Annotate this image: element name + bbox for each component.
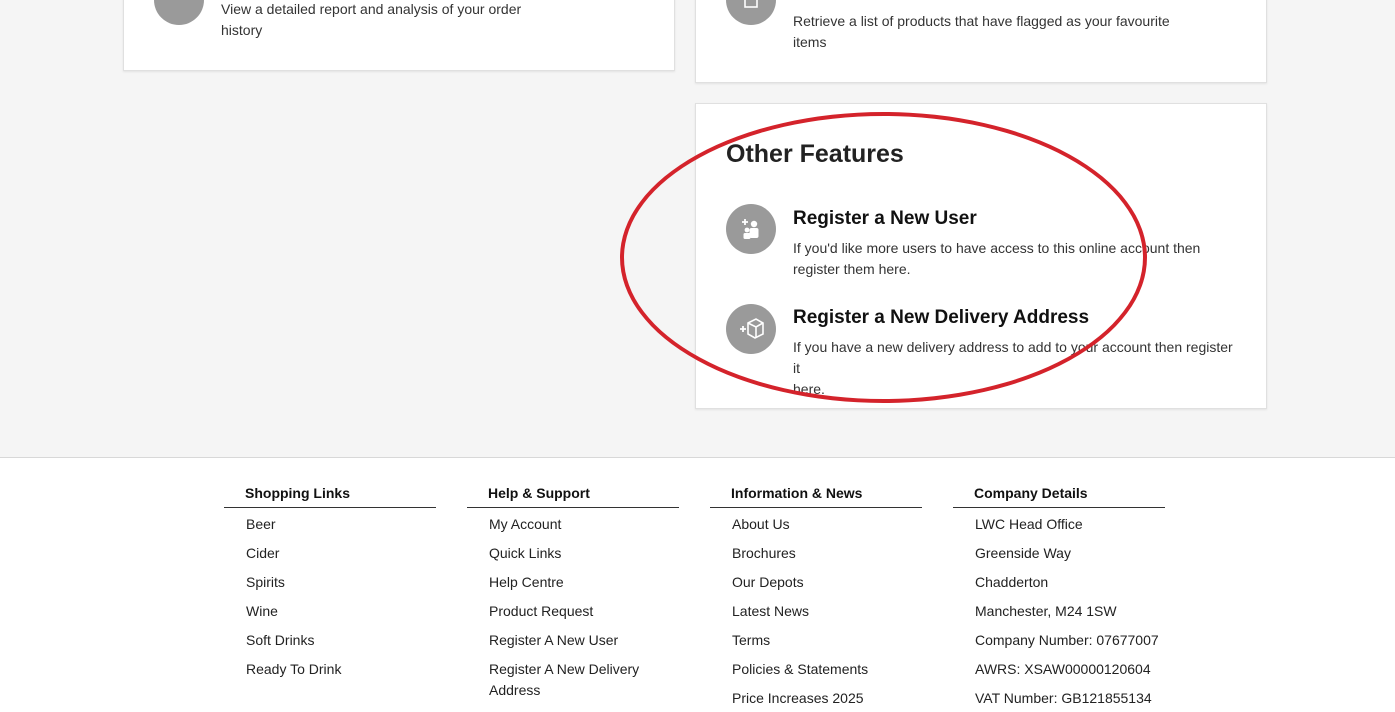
add-package-icon <box>726 304 776 354</box>
favourites-card: Retrieve a list of products that have fl… <box>695 0 1267 83</box>
other-features-card: Other Features Register a New User If yo… <box>695 103 1267 409</box>
footer-link[interactable]: Spirits <box>246 572 436 593</box>
order-report-icon <box>154 0 204 25</box>
footer-link[interactable]: Latest News <box>732 601 922 622</box>
company-detail: VAT Number: GB121855134 <box>975 690 1152 706</box>
footer-heading: Information & News <box>710 484 922 508</box>
footer-link[interactable]: Cider <box>246 543 436 564</box>
footer-link[interactable]: Help Centre <box>489 572 679 593</box>
favourites-icon <box>726 0 776 25</box>
register-address-feature[interactable]: Register a New Delivery Address If you h… <box>696 304 1266 397</box>
footer-link[interactable]: Product Request <box>489 601 679 622</box>
add-user-icon <box>726 204 776 254</box>
register-user-feature[interactable]: Register a New User If you'd like more u… <box>696 204 1266 284</box>
footer-link[interactable]: Ready To Drink <box>246 659 436 680</box>
footer-link[interactable]: Policies & Statements <box>732 659 922 680</box>
footer-link[interactable]: About Us <box>732 514 922 535</box>
favourites-description: Retrieve a list of products that have fl… <box>793 13 1170 50</box>
footer-column-shopping: Shopping Links Beer Cider Spirits Wine S… <box>224 484 436 688</box>
register-user-description: If you'd like more users to have access … <box>793 240 1201 277</box>
company-detail: Greenside Way <box>975 545 1071 561</box>
site-footer: Shopping Links Beer Cider Spirits Wine S… <box>0 457 1395 712</box>
footer-link[interactable]: Register A New User <box>489 630 679 651</box>
footer-link[interactable]: Brochures <box>732 543 922 564</box>
company-detail: LWC Head Office <box>975 516 1083 532</box>
company-detail: AWRS: XSAW00000120604 <box>975 661 1151 677</box>
company-detail: Company Number: 07677007 <box>975 632 1159 648</box>
footer-heading: Shopping Links <box>224 484 436 508</box>
footer-link[interactable]: Wine <box>246 601 436 622</box>
footer-link[interactable]: Our Depots <box>732 572 922 593</box>
footer-link[interactable]: Soft Drinks <box>246 630 436 651</box>
footer-link[interactable]: My Account <box>489 514 679 535</box>
other-features-title: Other Features <box>726 140 904 168</box>
order-history-card: View a detailed report and analysis of y… <box>123 0 675 71</box>
company-detail: Manchester, M24 1SW <box>975 603 1117 619</box>
footer-heading: Company Details <box>953 484 1165 508</box>
register-user-link[interactable]: Register a New User <box>793 208 977 230</box>
footer-column-help: Help & Support My Account Quick Links He… <box>467 484 679 709</box>
footer-link[interactable]: Price Increases 2025 <box>732 688 922 709</box>
footer-column-company: Company Details LWC Head Office Greensid… <box>953 484 1165 712</box>
register-address-link[interactable]: Register a New Delivery Address <box>793 307 1089 329</box>
footer-column-information: Information & News About Us Brochures Ou… <box>710 484 922 712</box>
footer-link[interactable]: Beer <box>246 514 436 535</box>
footer-link[interactable]: Register A New Delivery Address <box>489 659 659 701</box>
footer-link[interactable]: Quick Links <box>489 543 679 564</box>
footer-link[interactable]: Terms <box>732 630 922 651</box>
register-address-description: If you have a new delivery address to ad… <box>793 339 1233 397</box>
order-history-description: View a detailed report and analysis of y… <box>221 1 522 38</box>
company-detail: Chadderton <box>975 574 1049 590</box>
footer-heading: Help & Support <box>467 484 679 508</box>
